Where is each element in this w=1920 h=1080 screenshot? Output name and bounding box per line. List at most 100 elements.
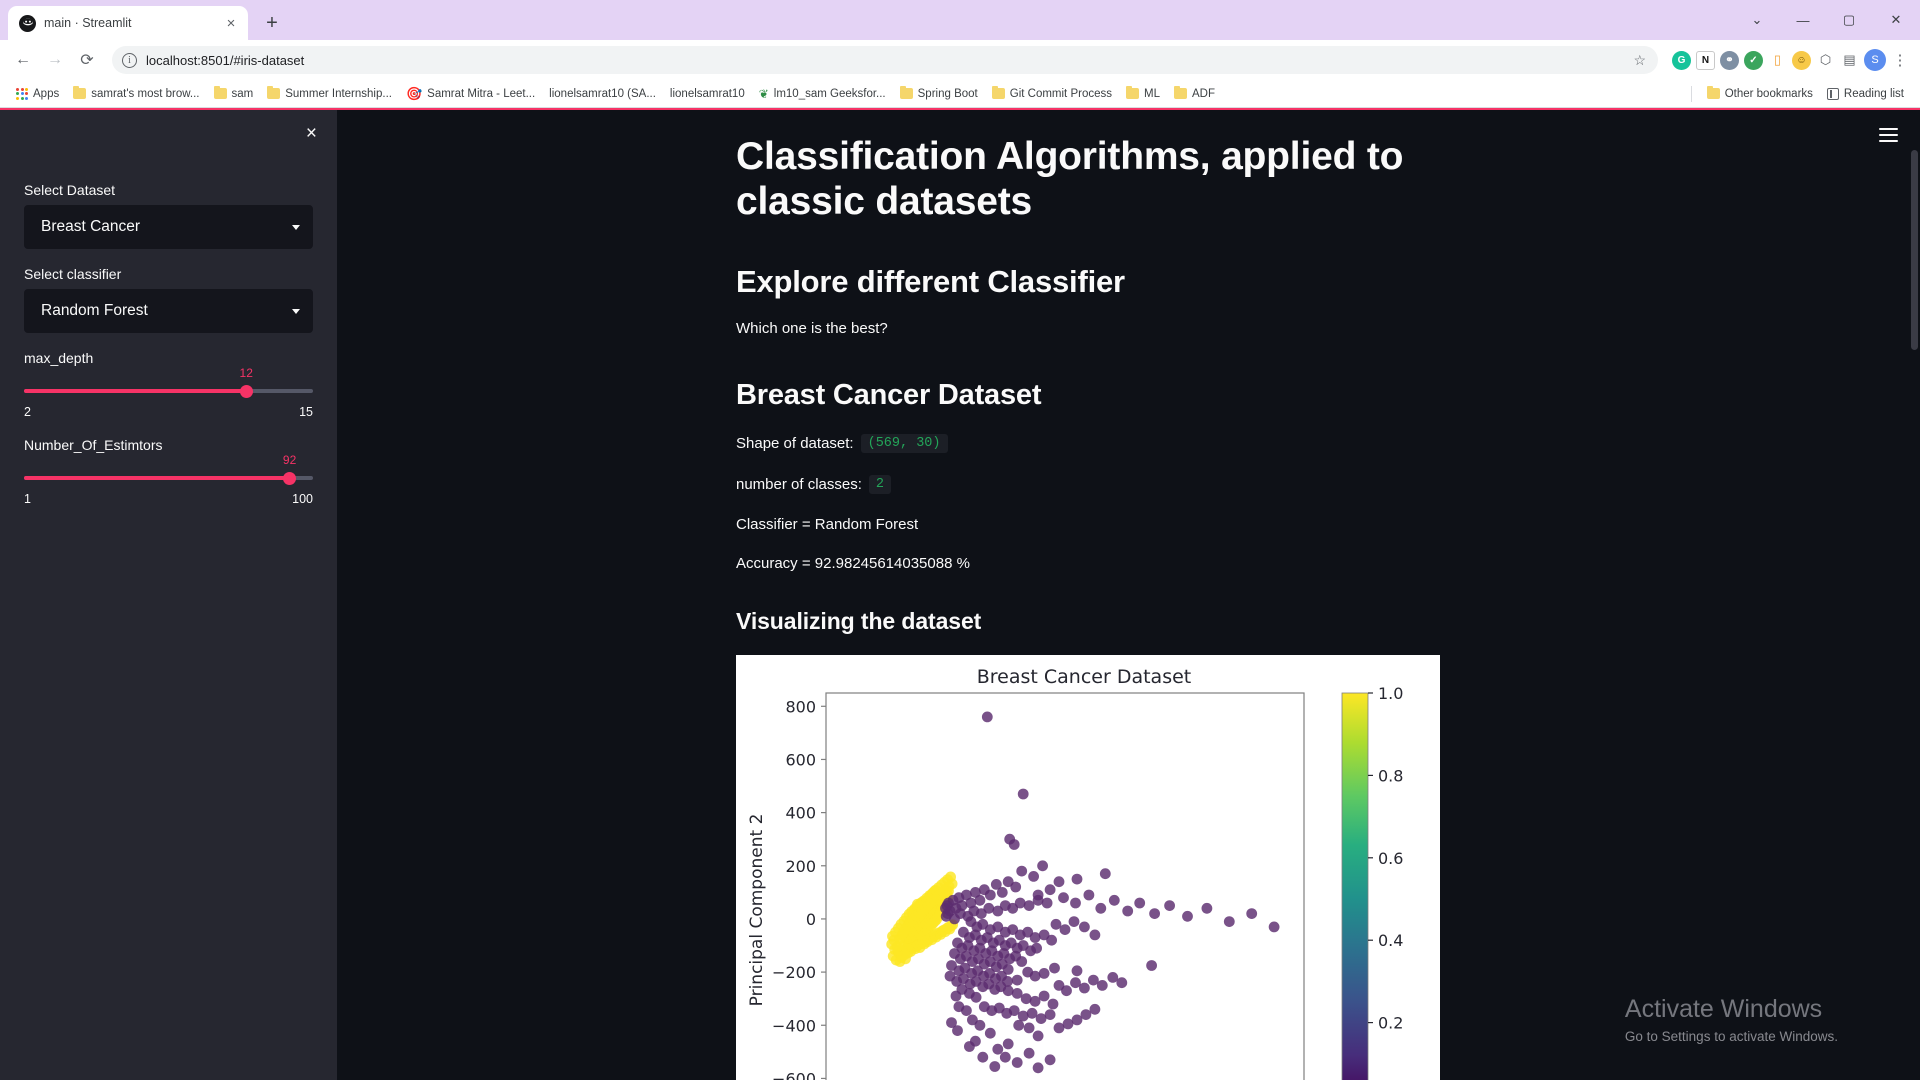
- shape-line: Shape of dataset: (569, 30): [736, 433, 1462, 453]
- bookmark-label: ML: [1144, 87, 1160, 100]
- n-estimators-range: 1 100: [24, 492, 313, 506]
- new-tab-button[interactable]: +: [257, 8, 287, 38]
- grammarly-extension-icon[interactable]: G: [1672, 50, 1691, 70]
- puzzle-extension-icon[interactable]: ⬡: [1816, 50, 1835, 70]
- slider-min: 1: [24, 492, 31, 506]
- svg-text:−600: −600: [772, 1069, 816, 1080]
- folder-icon: [73, 85, 87, 99]
- bookmark-label: Git Commit Process: [1009, 87, 1112, 100]
- svg-text:0.4: 0.4: [1378, 931, 1403, 950]
- bookmark-label: lionelsamrat10: [669, 87, 745, 100]
- bookmark-item[interactable]: sam: [207, 83, 261, 105]
- tab-close-icon[interactable]: ×: [222, 14, 240, 32]
- svg-text:0.8: 0.8: [1378, 766, 1403, 785]
- classifier-select[interactable]: Random Forest: [24, 289, 313, 333]
- emoji-extension-icon[interactable]: ☺: [1792, 50, 1811, 70]
- bookmark-item[interactable]: ML: [1119, 83, 1167, 105]
- shield-extension-icon[interactable]: ✓: [1744, 50, 1763, 70]
- max-depth-slider[interactable]: 12: [24, 366, 313, 402]
- bookmark-item[interactable]: samrat's most brow...: [66, 83, 206, 105]
- chart-y-axis-label: Principal Component 2: [747, 814, 767, 1007]
- scrollbar-thumb[interactable]: [1911, 150, 1918, 350]
- page-scrollbar[interactable]: [1909, 110, 1920, 1080]
- slider-max: 100: [292, 492, 313, 506]
- other-bookmarks-button[interactable]: Other bookmarks: [1700, 83, 1820, 105]
- translate-extension-icon[interactable]: ⚭: [1720, 50, 1739, 70]
- slider-fill: [24, 389, 247, 393]
- sidebar-close-icon[interactable]: ×: [306, 124, 317, 143]
- n-estimators-label: Number_Of_Estimtors: [24, 437, 163, 453]
- browser-tab[interactable]: main · Streamlit ×: [8, 6, 248, 40]
- bookmarks-bar-right: Other bookmarks Reading list: [1683, 83, 1911, 105]
- bookmark-label: sam: [231, 87, 254, 100]
- n-estimators-slider[interactable]: 92: [24, 453, 313, 489]
- slider-thumb[interactable]: [283, 472, 297, 485]
- sidebar: × Select Dataset Breast Cancer Select cl…: [0, 110, 337, 1080]
- notion-extension-icon[interactable]: N: [1696, 50, 1715, 70]
- browser-menu-icon[interactable]: ⋮: [1888, 46, 1912, 74]
- folder-icon: [1706, 85, 1720, 99]
- url-text: localhost:8501/#iris-dataset: [146, 52, 305, 68]
- watermark-title: Activate Windows: [1624, 995, 1823, 1023]
- bookmark-item[interactable]: Git Commit Process: [985, 83, 1119, 105]
- profile-avatar[interactable]: S: [1864, 49, 1886, 71]
- other-bookmarks-label: Other bookmarks: [1724, 87, 1813, 100]
- classes-line: number of classes: 2: [736, 474, 1462, 494]
- extensions-area: G N ⚭ ✓ ▯ ☺ ⬡ ▤ S: [1666, 49, 1886, 71]
- reload-button[interactable]: ⟳: [72, 45, 102, 75]
- back-button[interactable]: ←: [8, 45, 38, 75]
- tab-strip: main · Streamlit × + ⌄ — ▢ ✕: [0, 0, 1920, 40]
- bookmark-item[interactable]: Spring Boot: [893, 83, 985, 105]
- reading-list-button[interactable]: Reading list: [1820, 83, 1911, 105]
- divider: [1690, 85, 1692, 102]
- classifier-text: Classifier = Random Forest: [736, 515, 919, 533]
- bookmark-label: lionelsamrat10 (SA...: [549, 87, 656, 100]
- maximize-button[interactable]: ▢: [1826, 0, 1872, 40]
- svg-text:1.0: 1.0: [1378, 684, 1403, 703]
- address-bar[interactable]: i localhost:8501/#iris-dataset ☆: [112, 46, 1658, 74]
- folder-icon: [267, 85, 281, 99]
- forward-button[interactable]: →: [40, 45, 70, 75]
- bookmark-item[interactable]: ❦ lm10_sam Geeksfor...: [752, 83, 893, 105]
- hamburger-icon[interactable]: [1879, 128, 1898, 142]
- dataset-select[interactable]: Breast Cancer: [24, 205, 313, 249]
- windows-activation-watermark: Activate Windows Go to Settings to activ…: [1625, 995, 1838, 1044]
- minimize-button[interactable]: —: [1780, 0, 1826, 40]
- bookmarks-bar: Apps samrat's most brow... sam Summer In…: [0, 80, 1920, 108]
- bookmark-item[interactable]: 🎯 Samrat Mitra - Leet...: [399, 83, 542, 105]
- app-body: Classification Algorithms, applied to cl…: [736, 110, 1462, 1080]
- apps-shortcut[interactable]: Apps: [9, 83, 66, 105]
- bookmark-item[interactable]: lionelsamrat10 (SA...: [542, 83, 663, 105]
- chart-extension-icon[interactable]: ▯: [1768, 50, 1787, 70]
- browser-window: main · Streamlit × + ⌄ — ▢ ✕ ← → ⟳ i loc…: [0, 0, 1920, 1080]
- main-content: Classification Algorithms, applied to cl…: [337, 110, 1920, 1080]
- svg-text:0.2: 0.2: [1378, 1014, 1403, 1033]
- browser-toolbar: ← → ⟳ i localhost:8501/#iris-dataset ☆ G…: [0, 40, 1920, 80]
- classifier-selector-group: Select classifier Random Forest: [24, 266, 313, 333]
- page-title: Classification Algorithms, applied to cl…: [736, 135, 1404, 224]
- reading-list-label: Reading list: [1843, 87, 1904, 100]
- classes-label: number of classes:: [736, 475, 862, 493]
- expand-toolbar-button[interactable]: ⌄: [1734, 0, 1780, 40]
- bookmark-item[interactable]: ADF: [1167, 83, 1222, 105]
- accuracy-text: Accuracy = 92.98245614035088 %: [736, 554, 970, 572]
- svg-text:−400: −400: [772, 1016, 816, 1035]
- svg-text:600: 600: [785, 750, 816, 769]
- list-extension-icon[interactable]: ▤: [1840, 50, 1859, 70]
- svg-text:200: 200: [785, 857, 816, 876]
- shape-value: (569, 30): [860, 433, 948, 453]
- chevron-down-icon: [292, 308, 300, 314]
- close-window-button[interactable]: ✕: [1872, 0, 1920, 40]
- slider-thumb[interactable]: [239, 385, 253, 398]
- svg-text:400: 400: [785, 804, 816, 823]
- folder-icon: [899, 85, 913, 99]
- tab-title: main · Streamlit: [44, 16, 132, 30]
- bookmark-item[interactable]: Summer Internship...: [260, 83, 399, 105]
- dataset-heading: Breast Cancer Dataset: [736, 378, 1042, 411]
- reading-list-icon: [1826, 87, 1839, 100]
- bookmark-star-icon[interactable]: ☆: [1633, 52, 1648, 69]
- slider-fill: [24, 476, 290, 480]
- bookmark-item[interactable]: lionelsamrat10: [663, 83, 752, 105]
- classifier-label: Select classifier: [24, 266, 122, 282]
- site-info-icon[interactable]: i: [122, 52, 137, 68]
